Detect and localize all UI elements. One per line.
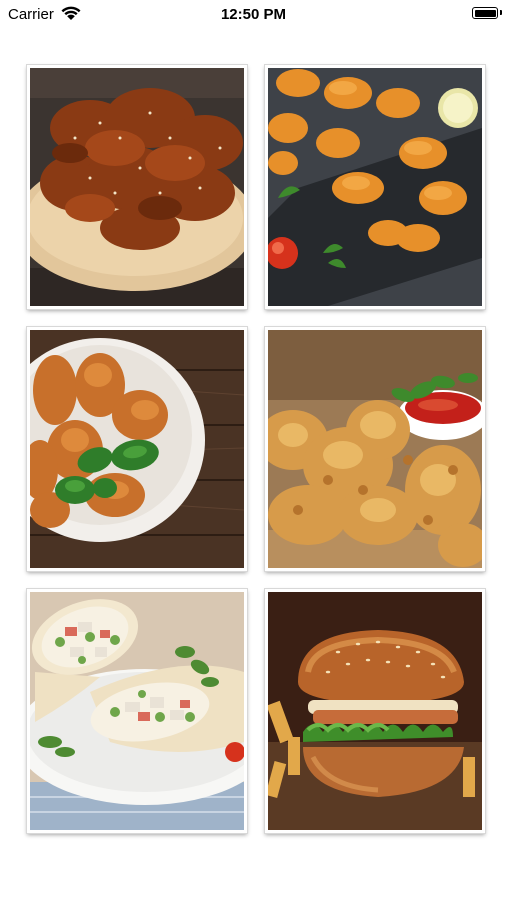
status-bar: Carrier 12:50 PM <box>0 0 507 30</box>
chicken-wings-photo <box>30 68 244 306</box>
food-image-burger[interactable] <box>265 589 485 833</box>
wraps-photo <box>30 592 244 830</box>
food-image-fried-chicken-bowl[interactable] <box>27 327 247 571</box>
battery-cap <box>500 10 502 15</box>
food-image-fried-chicken-sauce[interactable] <box>265 327 485 571</box>
food-image-chicken-nuggets[interactable] <box>265 65 485 309</box>
fried-chicken-sauce-photo <box>268 330 482 568</box>
food-image-chicken-wings[interactable] <box>27 65 247 309</box>
food-image-wraps[interactable] <box>27 589 247 833</box>
battery-icon <box>472 7 498 19</box>
fried-chicken-bowl-photo <box>30 330 244 568</box>
clock: 12:50 PM <box>220 6 287 23</box>
chicken-nuggets-photo <box>268 68 482 306</box>
burger-photo <box>268 592 482 830</box>
